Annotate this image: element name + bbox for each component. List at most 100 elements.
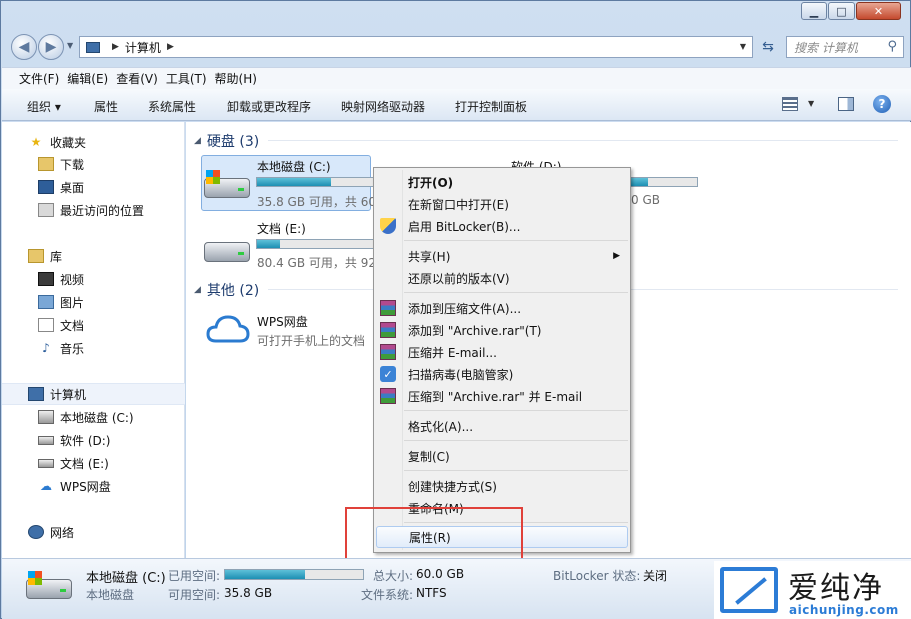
sidebar-computer[interactable]: 计算机 [2,383,185,405]
wps-drive-name[interactable]: WPS网盘 [257,313,308,330]
explorer-window: ▁ □ ✕ ◀ ▶ ▼ ▶ 计算机 ▶ ▼ ⇆ 搜索 计算机 ⚲ 文件(F) 编… [0,0,911,619]
menu-item-create-shortcut[interactable]: 创建快捷方式(S) [376,475,628,497]
menu-item-bitlocker[interactable]: 启用 BitLocker(B)... [376,215,628,237]
network-icon [28,525,44,539]
map-network-drive-button[interactable]: 映射网络驱动器 [341,98,425,115]
music-icon: ♪ [42,341,50,355]
menu-edit[interactable]: 编辑(E) [67,70,116,87]
sidebar-label: 下载 [60,157,85,172]
details-bitlocker-value: 关闭 [643,569,668,583]
uninstall-program-button[interactable]: 卸载或更改程序 [227,98,311,115]
menu-item-compress-email[interactable]: 压缩并 E-mail... [376,341,628,363]
drive-icon [204,234,250,268]
details-fs-value: NTFS [416,586,447,600]
collapse-icon[interactable]: ◢ [194,136,201,146]
change-view-icon[interactable] [782,97,798,111]
winrar-icon [380,322,396,338]
details-total-value: 60.0 GB [416,567,465,581]
sidebar-label: 音乐 [60,341,85,356]
watermark-title: 爱纯净 [788,571,884,606]
refresh-icon[interactable]: ⇆ [757,36,779,58]
sidebar-label: 本地磁盘 (C:) [60,410,134,425]
hard-disks-group-header[interactable]: ◢ 硬盘 (3) [194,131,259,151]
history-dropdown-icon[interactable]: ▼ [67,41,73,50]
drive-c-info: 35.8 GB 可用，共 60 [257,195,376,209]
usage-fill [225,570,306,579]
sidebar-label: WPS网盘 [60,479,111,494]
sidebar-favorites[interactable]: ★ 收藏夹 [28,131,211,153]
properties-button[interactable]: 属性 [94,98,118,115]
menu-item-restore-versions[interactable]: 还原以前的版本(V) [376,267,628,289]
menu-item-format[interactable]: 格式化(A)... [376,415,628,437]
command-bar: 组织 ▾ 属性 系统属性 卸载或更改程序 映射网络驱动器 打开控制面板 ▼ ? [2,89,911,121]
system-drive-icon [204,170,250,204]
maximize-button[interactable]: □ [828,2,855,20]
open-control-panel-button[interactable]: 打开控制面板 [455,98,527,115]
search-input[interactable]: 搜索 计算机 ⚲ [786,36,904,58]
downloads-folder-icon [38,157,54,171]
back-button[interactable]: ◀ [11,34,37,60]
group-label: 硬盘 (3) [206,134,260,150]
address-dropdown-icon[interactable]: ▼ [740,42,746,51]
drive-e-name[interactable]: 文档 (E:) [257,220,306,237]
search-icon[interactable]: ⚲ [887,39,897,54]
view-dropdown-icon[interactable]: ▼ [808,99,814,108]
details-free-value: 35.8 GB [224,586,273,600]
sidebar-label: 文档 (E:) [60,456,109,471]
sidebar-label: 图片 [60,295,85,310]
sidebar-libraries[interactable]: 库 [28,245,211,267]
menu-item-add-to-archive-rar[interactable]: 添加到 "Archive.rar"(T) [376,319,628,341]
preview-pane-icon[interactable] [838,97,854,111]
menu-item-open-new-window[interactable]: 在新窗口中打开(E) [376,193,628,215]
drive-c-name[interactable]: 本地磁盘 (C:) [257,158,331,175]
recent-places-icon [38,203,54,217]
menu-separator [404,410,628,411]
system-drive-icon [38,410,54,424]
sidebar-label: 收藏夹 [50,135,87,150]
breadcrumb-separator-icon[interactable]: ▶ [112,42,119,52]
menu-item-scan-virus[interactable]: ✓ 扫描病毒(电脑管家) [376,363,628,385]
watermark-logo-icon [720,567,778,613]
others-group-header[interactable]: ◢ 其他 (2) [194,280,259,300]
forward-button[interactable]: ▶ [38,34,64,60]
drive-d-info: 0 GB [631,193,660,207]
submenu-arrow-icon: ▶ [613,251,620,261]
menu-tools[interactable]: 工具(T) [166,70,215,87]
breadcrumb-separator-icon[interactable]: ▶ [167,42,174,52]
address-field[interactable]: ▶ 计算机 ▶ ▼ [79,36,753,58]
star-icon: ★ [30,135,42,149]
menu-item-compress-rar-email[interactable]: 压缩到 "Archive.rar" 并 E-mail [376,385,628,407]
documents-icon [38,318,54,332]
sidebar-label: 视频 [60,272,85,287]
collapse-icon[interactable]: ◢ [194,285,201,295]
scan-icon: ✓ [380,366,396,382]
system-properties-button[interactable]: 系统属性 [148,98,196,115]
computer-icon [86,41,100,53]
menu-help[interactable]: 帮助(H) [215,70,265,87]
drive-icon [38,458,54,468]
organize-button[interactable]: 组织 ▾ [27,98,61,115]
winrar-icon [380,344,396,360]
sidebar-network[interactable]: 网络 [28,521,211,543]
context-menu: 打开(O) 在新窗口中打开(E) 启用 BitLocker(B)... 共享(H… [373,167,631,553]
menu-separator [404,470,628,471]
drive-e-info: 80.4 GB 可用，共 92 [257,256,376,270]
winrar-icon [380,388,396,404]
menu-file[interactable]: 文件(F) [2,70,67,87]
desktop-icon [38,180,54,194]
menu-item-share[interactable]: 共享(H) ▶ [376,245,628,267]
minimize-button[interactable]: ▁ [801,2,827,20]
menu-item-open[interactable]: 打开(O) [376,171,628,193]
menu-item-add-to-archive[interactable]: 添加到压缩文件(A)... [376,297,628,319]
help-icon[interactable]: ? [873,95,891,113]
menu-view[interactable]: 查看(V) [116,70,166,87]
menu-item-copy[interactable]: 复制(C) [376,445,628,467]
breadcrumb-computer[interactable]: 计算机 [125,39,161,56]
drive-c-usage-bar [256,177,386,187]
cloud-icon[interactable] [206,315,250,343]
menu-separator [404,292,628,293]
video-icon [38,272,54,286]
menu-bar: 文件(F) 编辑(E) 查看(V) 工具(T) 帮助(H) [2,67,911,89]
close-button[interactable]: ✕ [856,2,901,20]
libraries-icon [28,249,44,263]
